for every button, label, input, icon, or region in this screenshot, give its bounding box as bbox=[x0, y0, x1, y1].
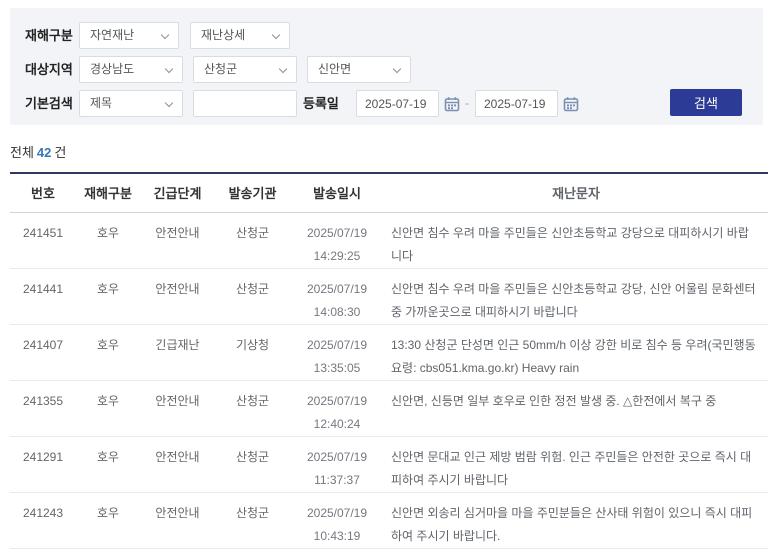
date-to-input[interactable] bbox=[484, 91, 549, 116]
register-date-label: 등록일 bbox=[303, 96, 339, 111]
region-county-value: 산청군 bbox=[204, 62, 238, 76]
cell-type: 호우 bbox=[96, 394, 120, 408]
cell-message: 신안면 침수 우려 마을 주민들은 신안초등학교 강당으로 대피하시기 바랍니다 bbox=[391, 226, 749, 263]
cell-time: 12:40:24 bbox=[313, 417, 361, 431]
cell-level: 안전안내 bbox=[155, 506, 200, 520]
cell-datetime: 2025/07/19 13:35:05 bbox=[290, 325, 384, 380]
cell-date: 2025/07/19 bbox=[306, 226, 368, 240]
header-org: 발송기관 bbox=[228, 186, 277, 201]
cell-type: 호우 bbox=[96, 506, 120, 520]
search-field-value: 제목 bbox=[90, 96, 113, 110]
cell-time: 13:35:05 bbox=[313, 361, 361, 375]
search-filter-panel: 재해구분 자연재난 재난상세 대상지역 경상남도 산청군 신안면 기본검색 제목… bbox=[10, 8, 763, 125]
region-county-select[interactable]: 산청군 bbox=[193, 56, 297, 83]
cell-no: 241243 bbox=[22, 506, 64, 520]
cell-org: 산청군 bbox=[235, 226, 270, 240]
header-datetime: 발송일시 bbox=[313, 186, 361, 201]
cell-message: 신안면 외송리 심거마을 마을 주민분들은 산사태 위험이 있으니 즉시 대피하… bbox=[391, 506, 753, 543]
calendar-icon[interactable] bbox=[444, 96, 460, 112]
cell-datetime: 2025/07/19 11:37:37 bbox=[290, 437, 384, 492]
region-province-value: 경상남도 bbox=[90, 62, 135, 76]
cell-time: 10:43:19 bbox=[313, 529, 361, 543]
cell-type: 호우 bbox=[96, 226, 120, 240]
cell-datetime: 2025/07/19 12:40:24 bbox=[290, 381, 384, 436]
cell-date: 2025/07/19 bbox=[306, 450, 368, 464]
cell-type: 호우 bbox=[96, 282, 120, 296]
keyword-input-wrap bbox=[193, 90, 297, 117]
date-from-input[interactable] bbox=[365, 91, 430, 116]
chevron-down-icon bbox=[278, 64, 288, 74]
table-header: 번호 재해구분 긴급단계 발송기관 발송일시 재난문자 bbox=[10, 174, 768, 213]
total-label: 전체 bbox=[10, 145, 34, 160]
cell-time: 11:37:37 bbox=[314, 473, 360, 487]
chevron-down-icon bbox=[164, 64, 174, 74]
disaster-type-label: 재해구분 bbox=[25, 28, 73, 43]
table-row[interactable]: 241291 호우 안전안내 산청군 2025/07/19 11:37:37 신… bbox=[10, 437, 768, 493]
cell-date: 2025/07/19 bbox=[306, 394, 368, 408]
cell-no: 241407 bbox=[22, 338, 64, 352]
table-row[interactable]: 241355 호우 안전안내 산청군 2025/07/19 12:40:24 신… bbox=[10, 381, 768, 437]
cell-datetime: 2025/07/19 14:29:25 bbox=[290, 213, 384, 268]
cell-datetime: 2025/07/19 14:08:30 bbox=[290, 269, 384, 324]
cell-org: 산청군 bbox=[235, 506, 270, 520]
cell-level: 안전안내 bbox=[155, 450, 200, 464]
date-from-wrap bbox=[356, 90, 439, 117]
cell-type: 호우 bbox=[96, 338, 120, 352]
calendar-icon[interactable] bbox=[563, 96, 579, 112]
result-summary: 전체 42 건 bbox=[10, 142, 66, 161]
cell-message: 신안면 문대교 인근 제방 범람 위험. 인근 주민들은 안전한 곳으로 즉시 … bbox=[391, 450, 752, 487]
cell-no: 241451 bbox=[22, 226, 64, 240]
table-row[interactable]: 241243 호우 안전안내 산청군 2025/07/19 10:43:19 신… bbox=[10, 493, 768, 549]
date-to-wrap bbox=[475, 90, 558, 117]
disaster-type-value: 자연재난 bbox=[90, 28, 135, 42]
chevron-down-icon bbox=[392, 64, 402, 74]
basic-search-label: 기본검색 bbox=[25, 96, 73, 111]
cell-level: 안전안내 bbox=[155, 226, 200, 240]
table-row[interactable]: 241451 호우 안전안내 산청군 2025/07/19 14:29:25 신… bbox=[10, 213, 768, 269]
cell-org: 산청군 bbox=[235, 450, 270, 464]
cell-org: 산청군 bbox=[235, 394, 270, 408]
cell-no: 241441 bbox=[22, 282, 64, 296]
chevron-down-icon bbox=[160, 30, 170, 40]
search-button[interactable]: 검색 bbox=[670, 89, 742, 116]
cell-message: 13:30 산청군 단성면 인근 50mm/h 이상 강한 비로 침수 등 우려… bbox=[391, 338, 756, 375]
chevron-down-icon bbox=[164, 98, 174, 108]
disaster-type-select[interactable]: 자연재난 bbox=[79, 22, 179, 49]
header-message: 재난문자 bbox=[552, 186, 600, 201]
header-level: 긴급단계 bbox=[153, 186, 202, 201]
cell-time: 14:08:30 bbox=[313, 305, 361, 319]
date-range-separator: - bbox=[465, 96, 469, 110]
total-count: 42 bbox=[36, 145, 52, 160]
region-province-select[interactable]: 경상남도 bbox=[79, 56, 183, 83]
table-row[interactable]: 241407 호우 긴급재난 기상청 2025/07/19 13:35:05 1… bbox=[10, 325, 768, 381]
region-town-value: 신안면 bbox=[318, 62, 352, 76]
cell-org: 기상청 bbox=[235, 338, 270, 352]
disaster-detail-value: 재난상세 bbox=[201, 28, 246, 42]
cell-datetime: 2025/07/19 10:43:19 bbox=[290, 493, 384, 548]
cell-date: 2025/07/19 bbox=[306, 338, 368, 352]
cell-org: 산청군 bbox=[235, 282, 270, 296]
header-type: 재해구분 bbox=[84, 186, 132, 201]
cell-message: 신안면, 신등면 일부 호우로 인한 정전 발생 중. △한전에서 복구 중 bbox=[391, 394, 717, 408]
cell-date: 2025/07/19 bbox=[306, 282, 368, 296]
cell-date: 2025/07/19 bbox=[306, 506, 368, 520]
cell-level: 안전안내 bbox=[155, 282, 200, 296]
cell-level: 긴급재난 bbox=[155, 338, 200, 352]
unit-label: 건 bbox=[54, 145, 67, 160]
disaster-detail-select[interactable]: 재난상세 bbox=[190, 22, 290, 49]
cell-message: 신안면 침수 우려 마을 주민들은 신안초등학교 강당, 신안 어울림 문화센터… bbox=[391, 282, 756, 319]
search-field-select[interactable]: 제목 bbox=[79, 90, 183, 117]
cell-type: 호우 bbox=[96, 450, 120, 464]
cell-no: 241291 bbox=[22, 450, 64, 464]
disaster-message-table: 번호 재해구분 긴급단계 발송기관 발송일시 재난문자 241451 호우 안전… bbox=[10, 172, 768, 549]
chevron-down-icon bbox=[271, 30, 281, 40]
table-row[interactable]: 241441 호우 안전안내 산청군 2025/07/19 14:08:30 신… bbox=[10, 269, 768, 325]
keyword-input[interactable] bbox=[202, 91, 288, 116]
cell-level: 안전안내 bbox=[155, 394, 200, 408]
cell-time: 14:29:25 bbox=[313, 249, 361, 263]
cell-no: 241355 bbox=[22, 394, 64, 408]
region-town-select[interactable]: 신안면 bbox=[307, 56, 411, 83]
region-label: 대상지역 bbox=[25, 62, 73, 77]
header-no: 번호 bbox=[31, 186, 55, 201]
